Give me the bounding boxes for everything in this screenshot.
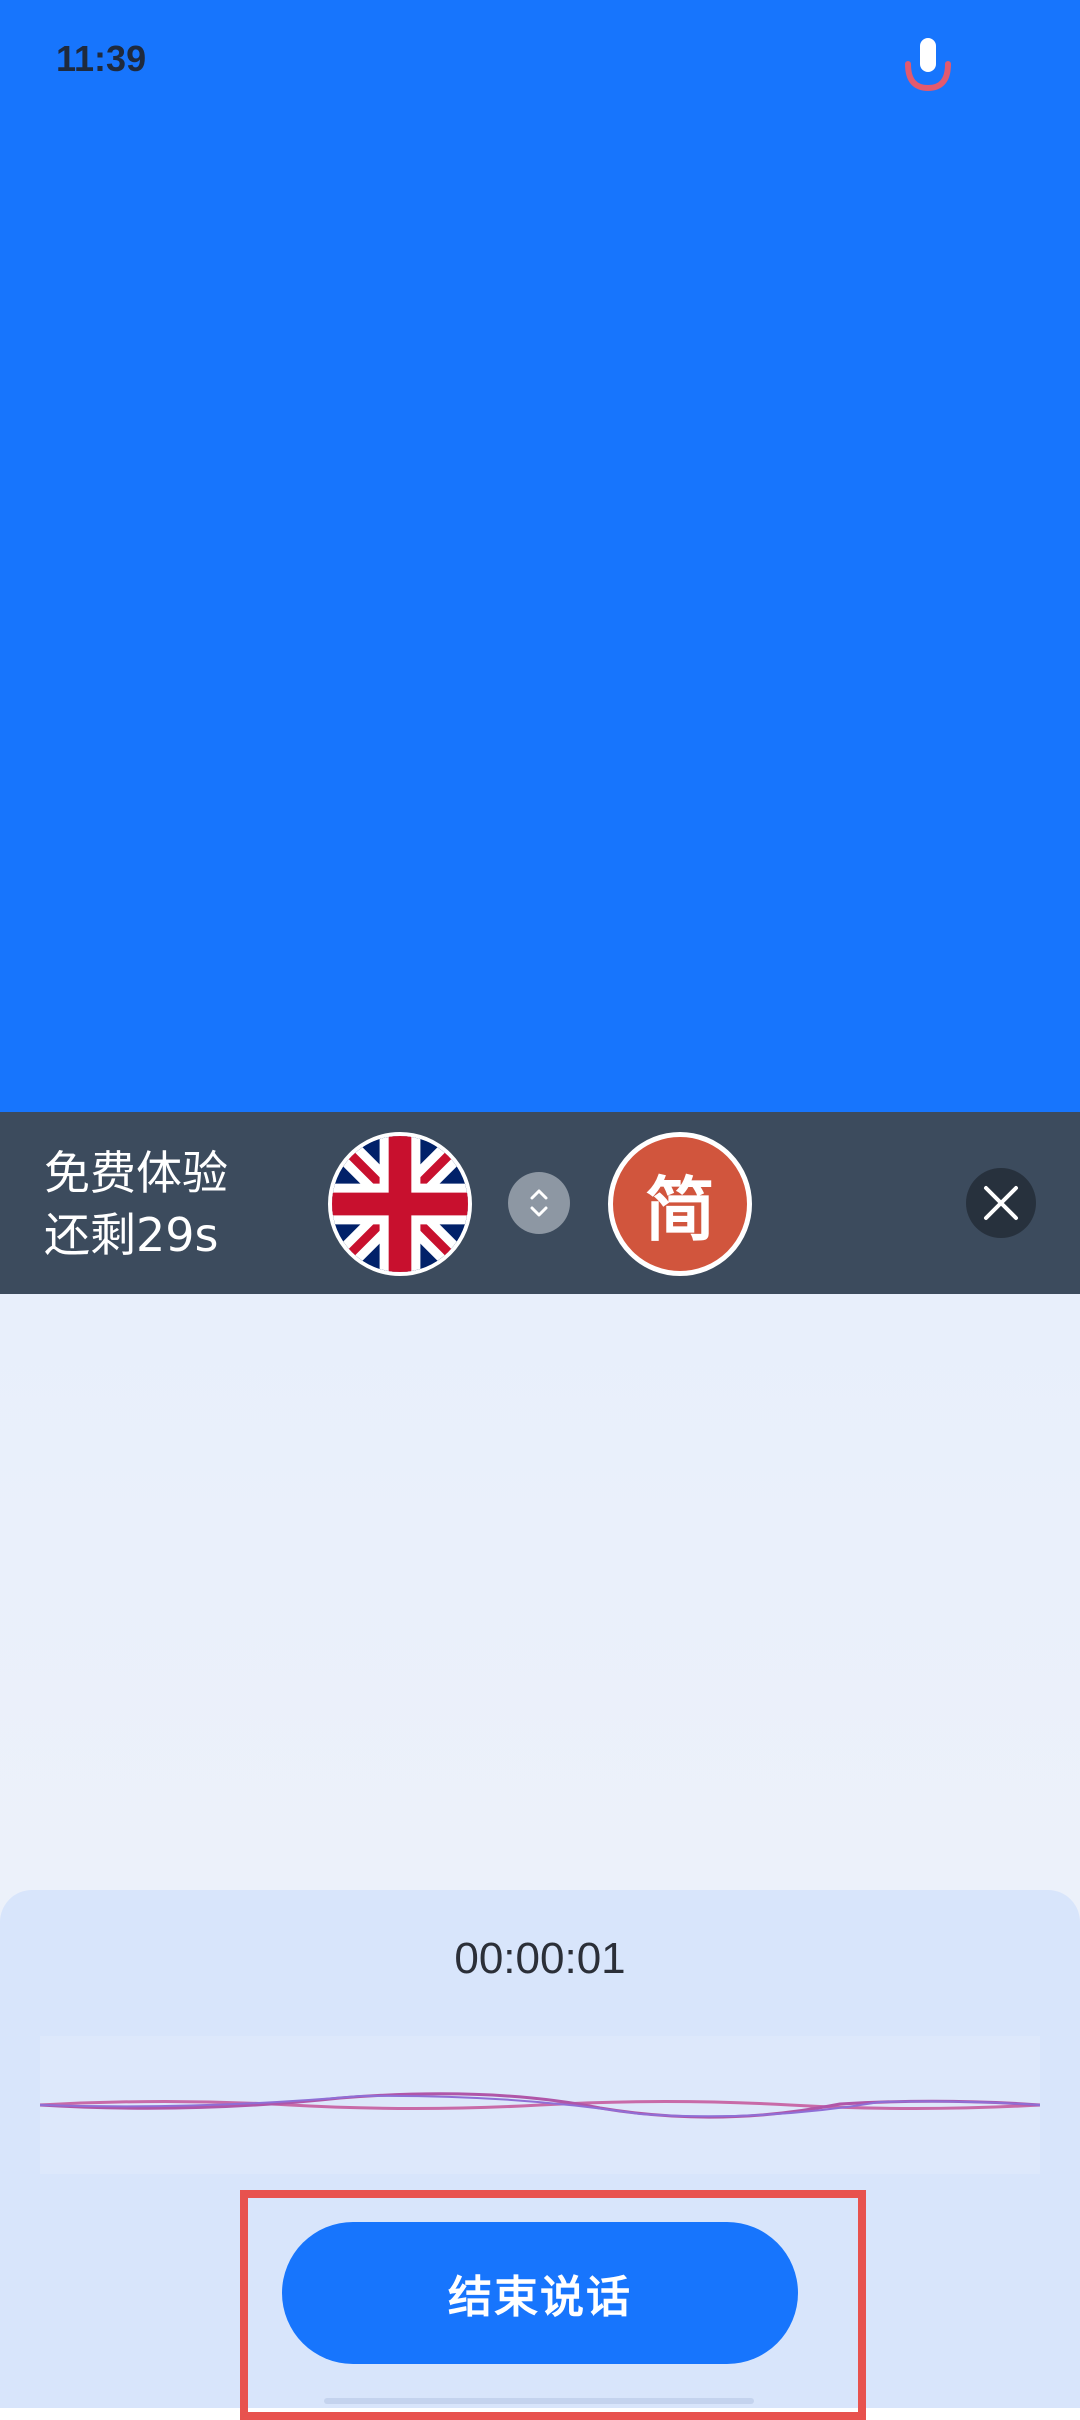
close-button[interactable] xyxy=(966,1168,1036,1238)
voice-waveform xyxy=(39,2036,1041,2174)
target-language-label: 简 xyxy=(645,1168,715,1251)
home-indicator[interactable] xyxy=(324,2398,754,2404)
microphone-icon xyxy=(900,34,956,94)
target-language-simplified-chinese-button[interactable]: 简 xyxy=(608,1132,752,1276)
close-icon xyxy=(984,1186,1018,1220)
status-bar-time: 11:39 xyxy=(56,38,147,79)
swap-icon xyxy=(530,1189,548,1217)
remaining-time-label: 还剩29s xyxy=(44,1208,219,1262)
translation-display-area xyxy=(0,0,1080,1112)
recording-timer: 00:00:01 xyxy=(454,1934,626,1983)
end-speaking-label: 结束说话 xyxy=(448,2272,632,2323)
free-trial-label: 免费体验 xyxy=(44,1146,228,1200)
swap-languages-button[interactable] xyxy=(508,1172,570,1234)
free-trial-notice: 免费体验 还剩29s xyxy=(44,1142,264,1266)
source-language-uk-flag-icon[interactable] xyxy=(328,1132,472,1276)
end-speaking-button[interactable]: 结束说话 xyxy=(282,2222,798,2364)
